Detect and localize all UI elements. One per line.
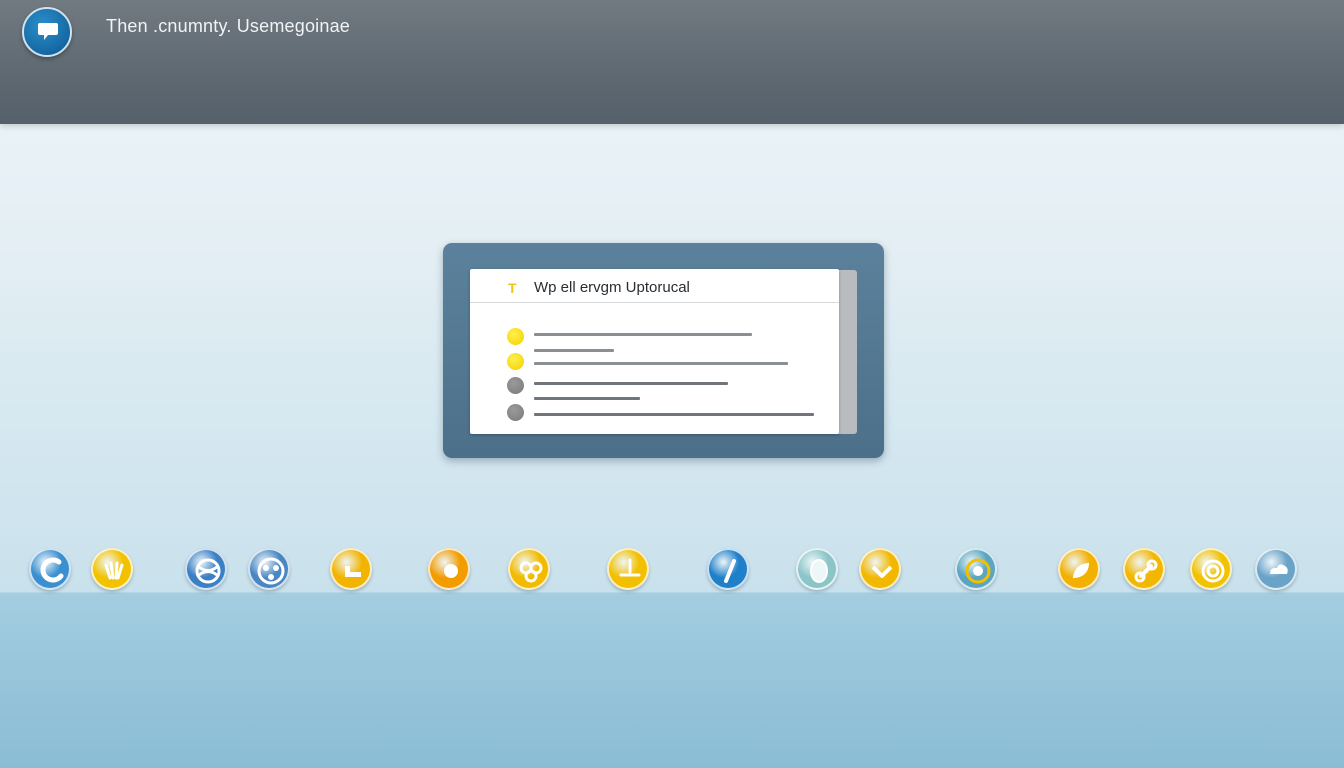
dialog-header: T Wp ell ervgm Uptorucal xyxy=(470,269,839,303)
spiral-app-icon[interactable] xyxy=(1190,548,1232,590)
target-circle-icon[interactable] xyxy=(428,548,470,590)
text-line xyxy=(534,362,788,365)
bullet-gray xyxy=(507,404,524,421)
title-bar: Then .cnumnty. Usemegoinae xyxy=(0,0,1344,124)
cloud-sync-icon[interactable] xyxy=(1255,548,1297,590)
hand-gesture-icon[interactable] xyxy=(91,548,133,590)
text-line xyxy=(534,397,640,400)
globe-icon[interactable] xyxy=(185,548,227,590)
browser-swirl-icon[interactable] xyxy=(29,548,71,590)
text-line xyxy=(534,382,728,385)
speech-bubble-icon[interactable] xyxy=(22,7,72,57)
downloads-icon[interactable] xyxy=(607,548,649,590)
link-chain-icon[interactable] xyxy=(1123,548,1165,590)
check-mail-icon[interactable] xyxy=(859,548,901,590)
shield-icon[interactable] xyxy=(796,548,838,590)
cluster-icon[interactable] xyxy=(508,548,550,590)
dock-shelf xyxy=(0,592,1344,768)
dialog-title: Wp ell ervgm Uptorucal xyxy=(534,279,690,296)
settings-gear-icon[interactable] xyxy=(955,548,997,590)
pen-icon[interactable] xyxy=(707,548,749,590)
text-line xyxy=(534,413,814,416)
folder-tab-icon[interactable] xyxy=(330,548,372,590)
text-line xyxy=(534,349,614,352)
dialog-title-icon: T xyxy=(508,280,517,296)
network-globe-icon[interactable] xyxy=(248,548,290,590)
dialog-window: T Wp ell ervgm Uptorucal xyxy=(470,269,839,434)
leaf-app-icon[interactable] xyxy=(1058,548,1100,590)
text-line xyxy=(534,333,752,336)
bullet-yellow xyxy=(507,353,524,370)
bullet-gray xyxy=(507,377,524,394)
bullet-yellow xyxy=(507,328,524,345)
window-title: Then .cnumnty. Usemegoinae xyxy=(106,16,350,36)
